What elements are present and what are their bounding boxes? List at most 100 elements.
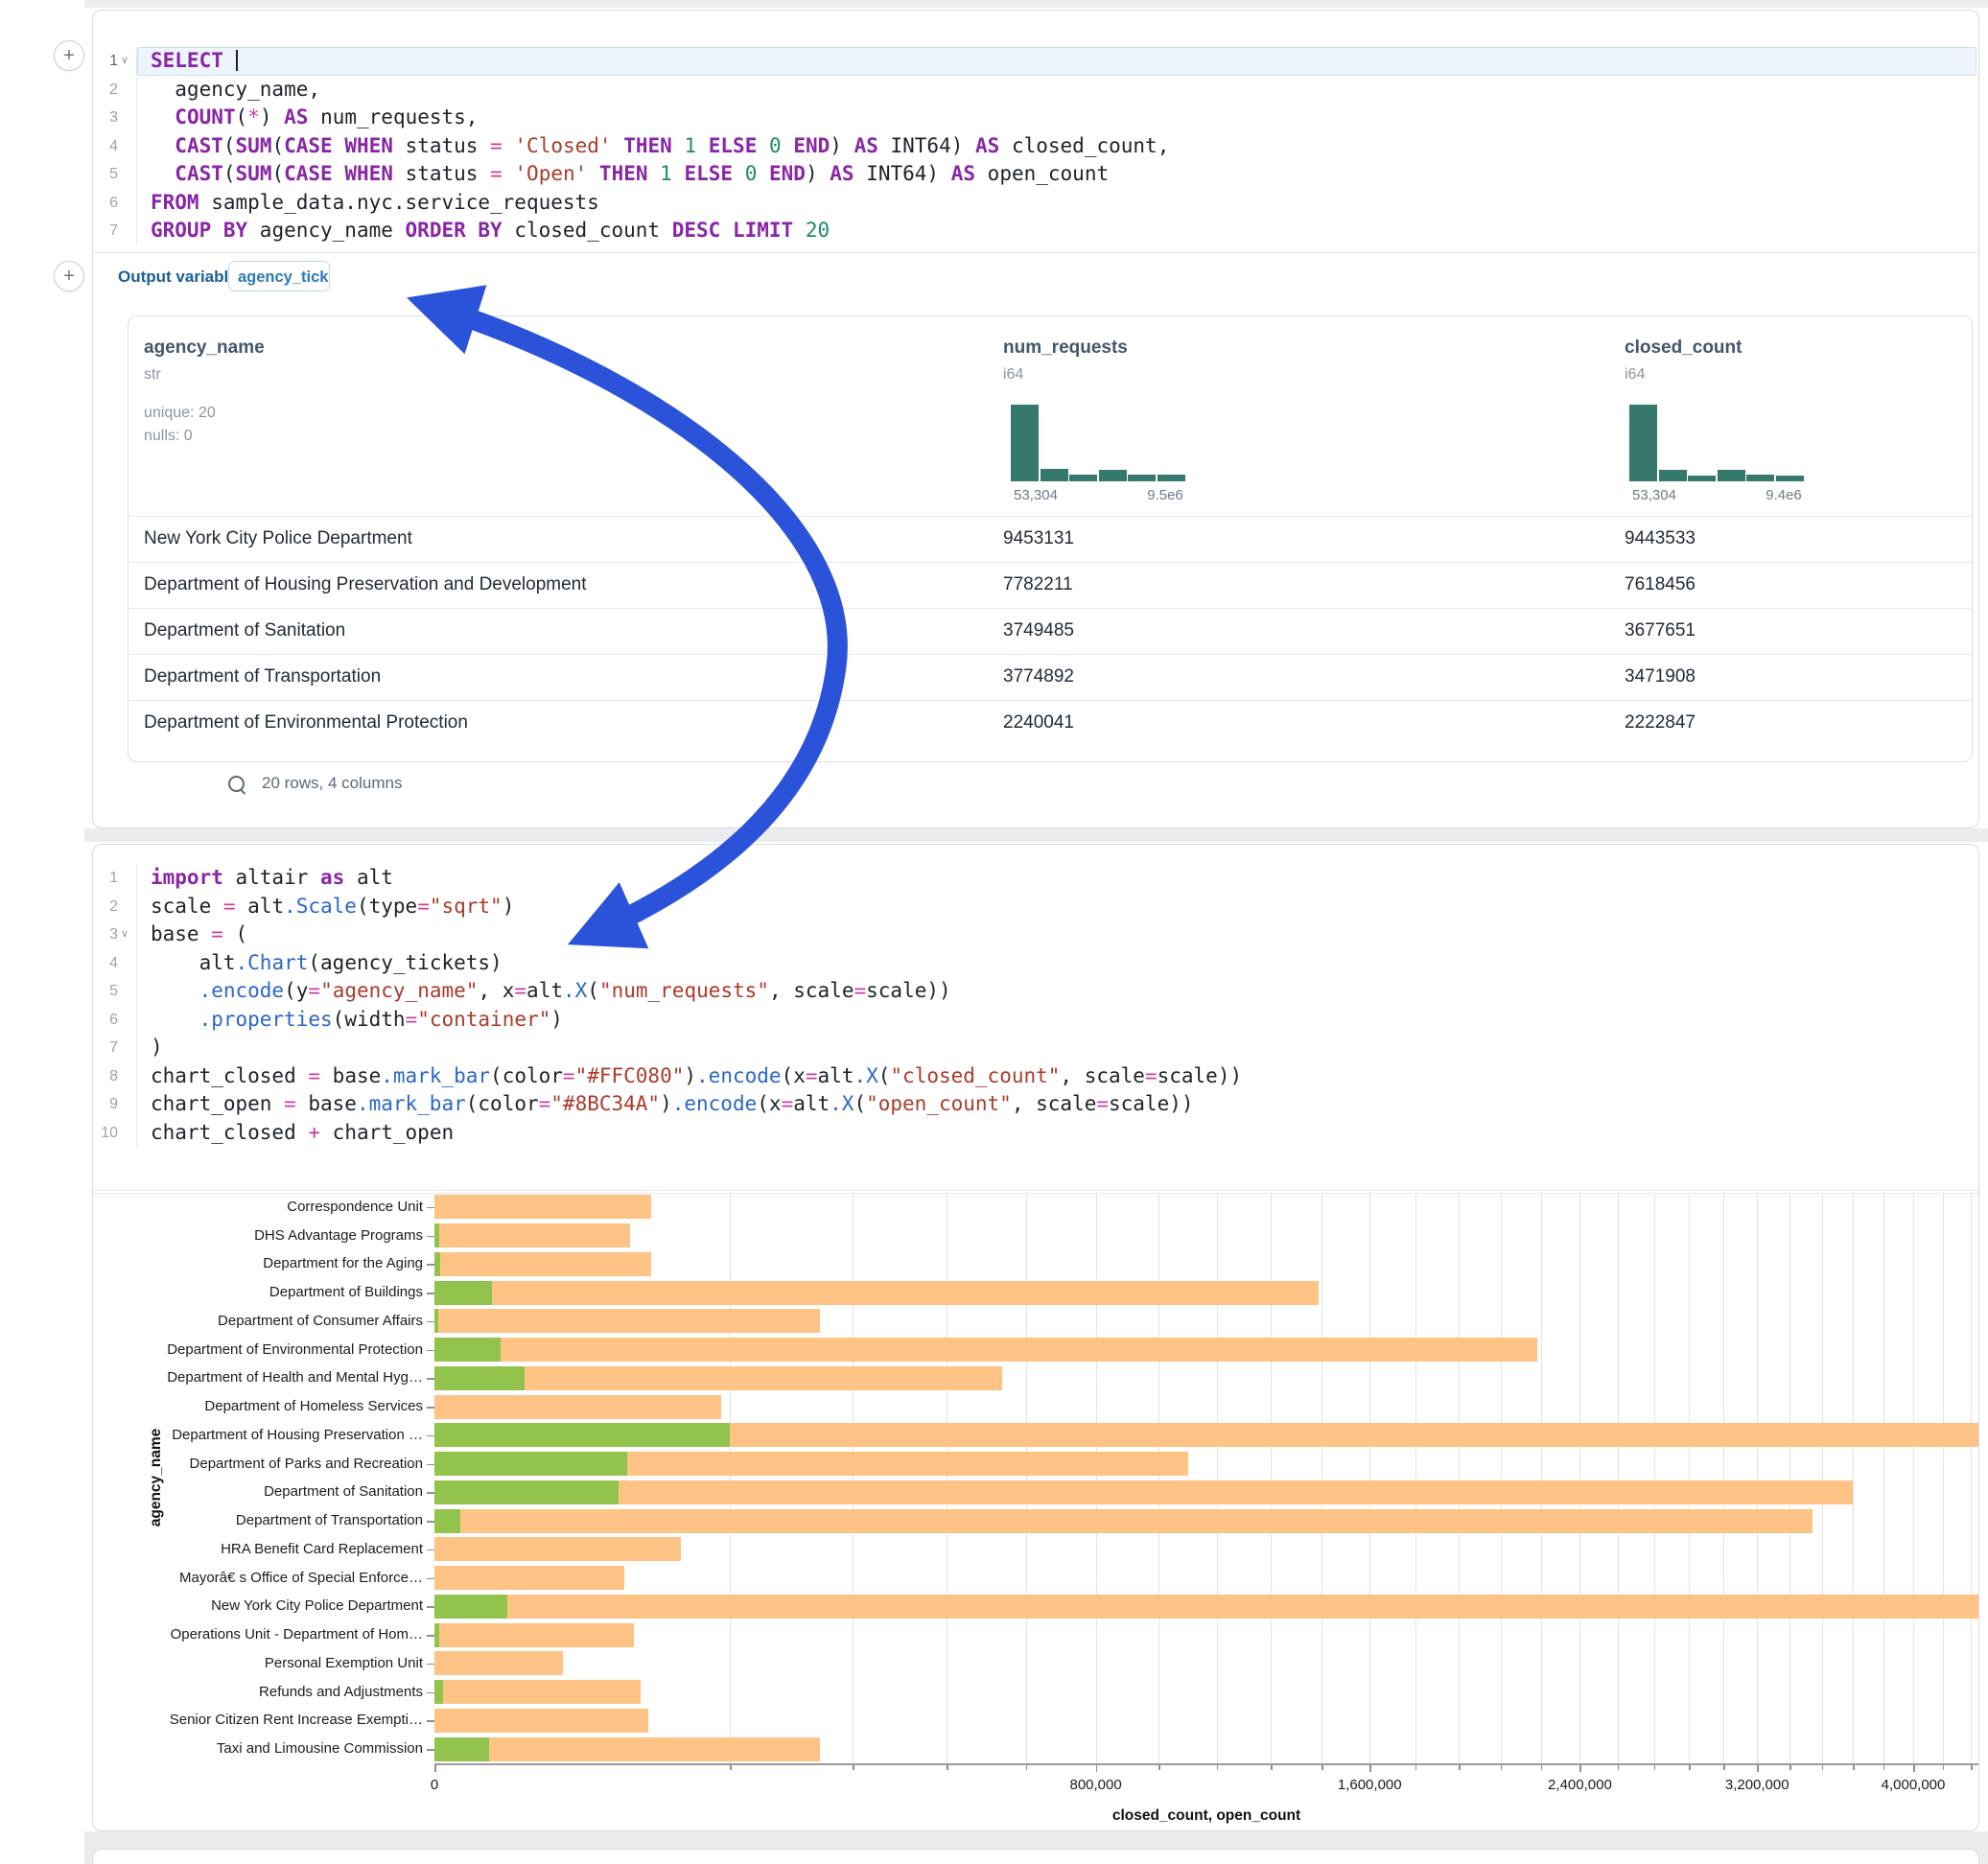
histogram-max-label: 9.5e6 [1147, 487, 1183, 503]
histogram-max-label: 9.4e6 [1766, 487, 1802, 503]
add-cell-button-top[interactable]: + [54, 40, 84, 71]
bar-closed-count [434, 1309, 820, 1333]
cell-closed-count: 9443533 [1625, 516, 1696, 562]
gridline [1822, 1193, 1823, 1763]
x-axis-tick [1541, 1765, 1543, 1770]
histogram-min-label: 53,304 [1014, 487, 1058, 503]
y-tick-label: Senior Citizen Rent Increase Exempti… [106, 1712, 423, 1729]
bar-closed-count [434, 1281, 1319, 1305]
gridline [1757, 1193, 1758, 1763]
gridline [1971, 1193, 1972, 1763]
gridline [1217, 1193, 1218, 1763]
table-row[interactable]: New York City Police Department945313194… [129, 516, 1972, 562]
gridline [1158, 1193, 1159, 1763]
x-tick-label: 4,000,000 [1882, 1777, 1946, 1793]
line-number: 5 [93, 160, 137, 189]
x-tick-label: 2,400,000 [1548, 1777, 1612, 1793]
gridline [1618, 1193, 1619, 1763]
column-header-closed-count: closed_count [1625, 338, 1742, 359]
column-type-closed-count: i64 [1625, 366, 1645, 384]
histogram-bar [1688, 476, 1716, 481]
histogram-bar [1718, 470, 1745, 481]
y-axis-tick [427, 1207, 434, 1209]
gridline [1369, 1193, 1370, 1763]
y-axis-tick [427, 1578, 434, 1580]
altair-chart: 0800,0001,600,0002,400,0003,200,0004,000… [93, 845, 1978, 1830]
bar-open-count [434, 1509, 460, 1533]
gridline [1689, 1193, 1690, 1763]
y-axis-title: agency_name [148, 1334, 165, 1621]
bar-open-count [434, 1252, 440, 1276]
gridline [730, 1193, 731, 1763]
y-axis-tick [427, 1264, 434, 1266]
table-row[interactable]: Department of Sanitation37494853677651 [129, 608, 1972, 654]
y-tick-label: Personal Exemption Unit [106, 1655, 423, 1672]
next-cell-top-edge [92, 1849, 1979, 1864]
bar-open-count [434, 1480, 619, 1504]
cell-num-requests: 7782211 [1003, 562, 1073, 608]
dataframe-preview[interactable]: agency_name str unique: 20 nulls: 0 num_… [128, 315, 1973, 762]
cell-closed-count: 7618456 [1625, 562, 1696, 608]
bar-closed-count [434, 1737, 820, 1761]
notebook-screen: + + 1∨SELECT 2 agency_name,3 COUNT(*) AS… [0, 0, 1988, 1864]
x-axis-tick [1723, 1765, 1725, 1770]
y-axis-tick [427, 1664, 434, 1666]
code-text: CAST(SUM(CASE WHEN status = 'Open' THEN … [137, 160, 1976, 189]
x-axis-tick [947, 1765, 948, 1770]
bar-open-count [434, 1309, 438, 1333]
bar-closed-count [434, 1338, 1537, 1362]
y-tick-label: DHS Advantage Programs [106, 1227, 423, 1245]
y-tick-label: Refunds and Adjustments [106, 1684, 423, 1701]
code-text: CAST(SUM(CASE WHEN status = 'Closed' THE… [137, 132, 1976, 161]
bar-closed-count [434, 1680, 641, 1704]
table-row[interactable]: Department of Housing Preservation and D… [129, 562, 1972, 608]
gridline [1943, 1193, 1944, 1763]
column-header-agency-name: agency_name [144, 338, 265, 359]
y-axis-tick [427, 1521, 434, 1523]
gridline [853, 1193, 854, 1763]
y-tick-label: Department of Consumer Affairs [106, 1313, 423, 1330]
x-tick-label: 0 [431, 1777, 438, 1793]
bar-open-count [434, 1737, 489, 1761]
y-axis-tick [427, 1350, 434, 1352]
bar-closed-count [434, 1537, 681, 1561]
search-icon[interactable] [228, 776, 245, 792]
gridline [1913, 1193, 1914, 1763]
bar-closed-count [434, 1480, 1853, 1504]
row-divider [129, 700, 1972, 701]
y-axis-tick [427, 1293, 434, 1294]
cell-num-requests: 3774892 [1003, 654, 1074, 700]
x-axis-tick [1501, 1765, 1503, 1770]
x-axis-line [434, 1763, 1978, 1765]
add-cell-button-output[interactable]: + [54, 261, 84, 291]
bar-closed-count [434, 1252, 651, 1276]
histogram-bar [1099, 470, 1127, 481]
bar-open-count [434, 1452, 627, 1476]
bar-open-count [434, 1680, 443, 1704]
line-number: 7 [93, 217, 137, 245]
histogram-bar [1659, 470, 1687, 481]
code-text: agency_name, [137, 76, 1976, 105]
code-line: 1∨SELECT [93, 47, 1976, 76]
y-tick-label: Department for the Aging [106, 1255, 423, 1272]
output-variable-pill[interactable]: agency_tickets [228, 261, 330, 291]
cell-closed-count: 3677651 [1625, 608, 1696, 654]
cell-agency-name: New York City Police Department [144, 516, 412, 562]
fold-arrow-icon[interactable]: ∨ [121, 47, 130, 76]
table-row[interactable]: Department of Transportation377489234719… [129, 654, 1972, 700]
cell-num-requests: 3749485 [1003, 608, 1074, 654]
table-row[interactable]: Department of Environmental Protection22… [129, 700, 1972, 746]
histogram-bar [1011, 405, 1039, 481]
y-axis-tick [427, 1692, 434, 1694]
cell-agency-name: Department of Housing Preservation and D… [144, 562, 587, 608]
sql-code-editor[interactable]: 1∨SELECT 2 agency_name,3 COUNT(*) AS num… [93, 47, 1976, 245]
bar-closed-count [434, 1566, 624, 1590]
x-axis-tick-major [1096, 1765, 1098, 1772]
x-axis-tick-major [1757, 1765, 1759, 1772]
y-axis-tick [427, 1464, 434, 1466]
gridline [1723, 1193, 1724, 1763]
x-axis-tick [1026, 1765, 1028, 1770]
page-gap-top [84, 0, 1988, 8]
x-axis-tick [1415, 1765, 1417, 1770]
y-axis-tick [427, 1378, 434, 1380]
